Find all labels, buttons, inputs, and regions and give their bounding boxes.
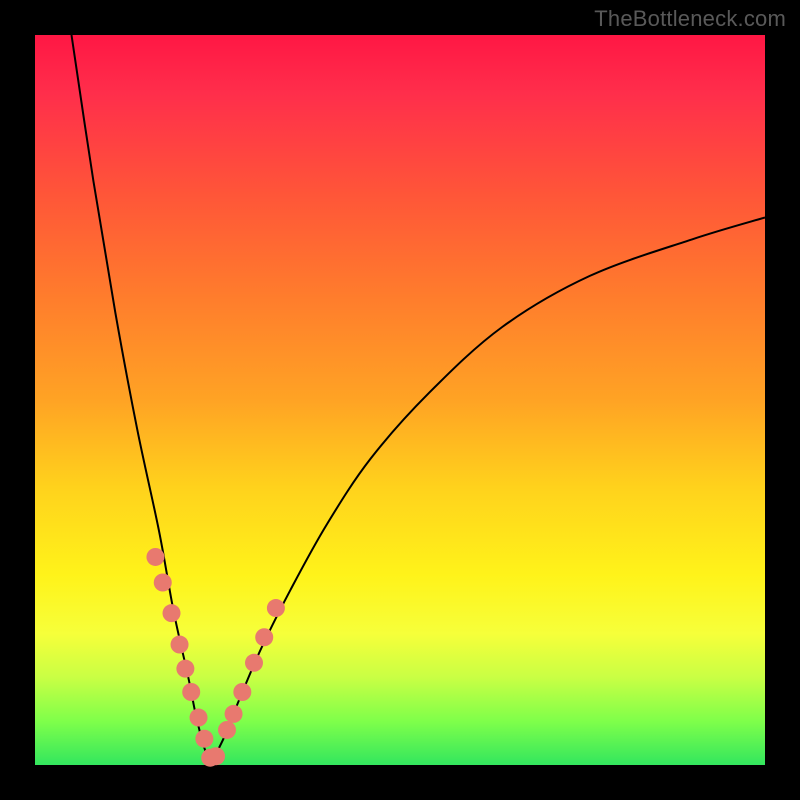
marker-dot xyxy=(182,683,200,701)
marker-dot xyxy=(245,654,263,672)
marker-dot xyxy=(171,636,189,654)
marker-dot xyxy=(255,628,273,646)
chart-frame: TheBottleneck.com xyxy=(0,0,800,800)
marker-dot xyxy=(154,574,172,592)
marker-dot xyxy=(195,730,213,748)
marker-dot xyxy=(146,548,164,566)
chart-svg xyxy=(35,35,765,765)
marker-dot xyxy=(267,599,285,617)
watermark-text: TheBottleneck.com xyxy=(594,6,786,32)
marker-dot xyxy=(190,709,208,727)
right-branch-path xyxy=(210,218,765,766)
marker-dot xyxy=(233,683,251,701)
marker-dot xyxy=(163,604,181,622)
left-branch-path xyxy=(72,35,211,765)
curve-group xyxy=(72,35,766,765)
marker-dot xyxy=(218,721,236,739)
marker-dot xyxy=(207,747,225,765)
marker-dot xyxy=(225,705,243,723)
marker-dot xyxy=(176,660,194,678)
markers-group xyxy=(146,548,284,767)
